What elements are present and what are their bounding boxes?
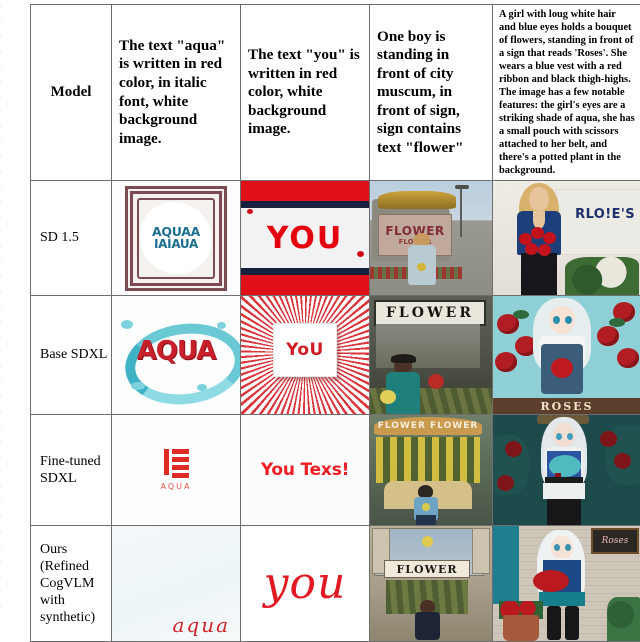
prompt-text-3: One boy is standing in front of city mus… — [370, 24, 492, 162]
generated-text-you: you — [264, 562, 347, 606]
row-label-ft-sdxl: Fine-tuned SDXL — [31, 449, 111, 491]
sample-cell-basesdxl-flower-boy: FLOWER — [370, 296, 493, 415]
generated-text-aqua: aqua — [172, 613, 230, 637]
sample-cell-ftsdxl-aqua: AQUA — [112, 415, 241, 526]
decorative-frame: AQUAA IAIAUA — [125, 186, 227, 291]
sample-cell-sd15-you: YOU — [241, 181, 370, 296]
header-cell-model: Model — [31, 5, 112, 181]
generated-sign-text: Roses — [602, 536, 629, 546]
sample-cell-ours-you: you — [241, 526, 370, 642]
generated-text-you: You Texs! — [261, 460, 349, 480]
sample-cell-ours-aqua: aqua — [112, 526, 241, 642]
row-label-sd15: SD 1.5 — [31, 225, 111, 250]
sample-cell-basesdxl-roses-girl: ROSES — [493, 296, 640, 415]
header-cell-prompt-1: The text "aqua" is written in red color,… — [112, 5, 241, 181]
sample-cell-ftsdxl-roses-girl — [493, 415, 640, 526]
table-header-row: Model The text "aqua" is written in red … — [31, 5, 640, 181]
sample-cell-ours-flower-boy: FLOWER — [370, 526, 493, 642]
sample-cell-ours-roses-girl: Roses — [493, 526, 640, 642]
header-cell-prompt-3: One boy is standing in front of city mus… — [370, 5, 493, 181]
generated-text-aqua: AQUA — [121, 336, 231, 366]
prompt-text-1: The text "aqua" is written in red color,… — [112, 33, 240, 152]
row-label-cell-base-sdxl: Base SDXL — [31, 296, 112, 415]
column-header-model: Model — [31, 79, 111, 105]
generated-sign-text: FLOWER FLOWER — [378, 421, 479, 431]
flower-sign: FLOWER — [384, 560, 470, 578]
row-label-cell-ft-sdxl: Fine-tuned SDXL — [31, 415, 112, 526]
generated-text-you: YoU — [286, 340, 324, 360]
generated-text-aqua: AQUA — [161, 482, 192, 491]
page-edge-artifact: ······ ······ ······ ······ ······ ·····… — [0, 0, 14, 620]
prompt-text-4: A girl with loug white hair and blue eye… — [493, 5, 640, 180]
generated-sign-text: FLOWER — [396, 563, 457, 576]
row-label-ours: Ours (Refined CogVLM with synthetic) — [31, 537, 111, 630]
sample-cell-sd15-roses-woman: RLO!E'S — [493, 181, 640, 296]
generated-sign-text: FLOWER — [386, 305, 474, 321]
generated-text-line2: IAIAUA — [154, 238, 198, 251]
sample-cell-ftsdxl-flower-boy: FLOWER FLOWER — [370, 415, 493, 526]
sample-cell-basesdxl-aqua: AQUA — [112, 296, 241, 415]
table-row: Ours (Refined CogVLM with synthetic) aqu… — [31, 526, 640, 642]
generated-sign-text: ROSES — [541, 400, 594, 413]
flower-sign: FLOWER FLOWER — [374, 417, 482, 435]
sample-cell-basesdxl-you: YoU — [241, 296, 370, 415]
header-cell-prompt-4: A girl with loug white hair and blue eye… — [493, 5, 640, 181]
sign-plate: YOU — [241, 201, 369, 275]
table-row: Fine-tuned SDXL AQUA You Texs! — [31, 415, 640, 526]
row-label-base-sdxl: Base SDXL — [31, 342, 111, 367]
roses-sign: Roses — [591, 528, 639, 554]
prompt-text-2: The text "you" is written in red color, … — [241, 42, 369, 143]
sample-cell-ftsdxl-you: You Texs! — [241, 415, 370, 526]
header-cell-prompt-2: The text "you" is written in red color, … — [241, 5, 370, 181]
generated-sign-text: RLO!E'S — [575, 207, 635, 222]
figure-page: ······ ······ ······ ······ ······ ·····… — [0, 0, 640, 620]
roses-sign: ROSES — [493, 398, 640, 414]
row-label-cell-ours: Ours (Refined CogVLM with synthetic) — [31, 526, 112, 642]
logo-glyph — [164, 449, 189, 478]
generated-text-you: YOU — [267, 221, 344, 256]
sample-cell-sd15-aqua: AQUAA IAIAUA — [112, 181, 241, 296]
row-label-cell-sd15: SD 1.5 — [31, 181, 112, 296]
table-row: SD 1.5 AQUAA IAIAUA YOU — [31, 181, 640, 296]
flower-sign: FLOWER — [374, 300, 486, 326]
note-card: YoU — [273, 323, 337, 377]
medallion: AQUAA IAIAUA — [143, 205, 209, 271]
sample-cell-sd15-flower-boy: FLOWER FLOWER — [370, 181, 493, 296]
comparison-table: Model The text "aqua" is written in red … — [30, 4, 640, 642]
table-row: Base SDXL AQUA — [31, 296, 640, 415]
